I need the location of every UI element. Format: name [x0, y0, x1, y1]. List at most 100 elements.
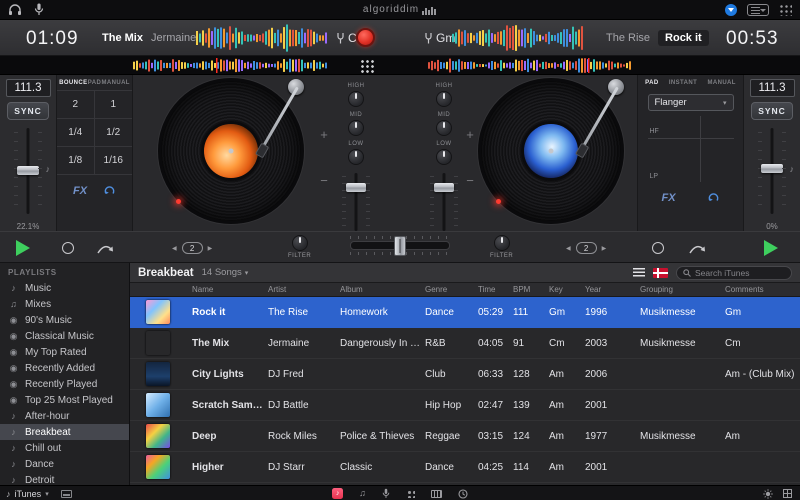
layout-grid-icon[interactable]	[783, 489, 792, 498]
sidebar-item-mixes[interactable]: ♫ Mixes	[0, 296, 129, 312]
sidebar-item-classical-music[interactable]: ◉ Classical Music	[0, 328, 129, 344]
eq-mid-knob-deck-a[interactable]	[348, 120, 364, 136]
slider-handle[interactable]	[761, 164, 783, 173]
table-row-higher[interactable]: Higher DJ Starr Classic Dance 04:25 114 Am 2001	[130, 452, 800, 483]
loop-icon[interactable]	[707, 191, 720, 204]
deck-a-tab-bounce[interactable]: BOUNCE	[59, 80, 87, 86]
deck-b-key-badge[interactable]: Gm	[424, 31, 455, 45]
sidebar-item-top-25-most-played[interactable]: ◉ Top 25 Most Played	[0, 392, 129, 408]
table-row-the-mix[interactable]: The Mix Jermaine Dangerously In Love R&B 04:…	[130, 328, 800, 359]
eq-mid-knob-deck-b[interactable]	[436, 120, 452, 136]
table-row-scratch-sample[interactable]: Scratch Sample DJ Battle Hip Hop 02:47 139 Am…	[130, 390, 800, 421]
deck-a-loop-length[interactable]: 2	[181, 242, 203, 254]
list-view-icon[interactable]	[633, 268, 645, 277]
key-lock-icon[interactable]: ♪	[790, 164, 795, 174]
status-badge-icon[interactable]	[725, 3, 737, 16]
column-header-time[interactable]: Time	[478, 285, 513, 294]
deck-b-pitch-bend-minus[interactable]: −	[464, 173, 476, 188]
bounce-pad-2[interactable]: 2	[57, 91, 95, 119]
bounce-pad-1-16[interactable]: 1/16	[94, 147, 132, 175]
loop-decrease-icon[interactable]: ◀	[172, 245, 177, 252]
deck-a-play-button[interactable]	[16, 240, 30, 256]
fader-handle[interactable]	[346, 183, 366, 192]
deck-b-tab-pad[interactable]: PAD	[645, 80, 658, 86]
deck-b-live-waveform[interactable]	[452, 24, 584, 52]
deck-b-track-overview[interactable]	[428, 58, 633, 73]
loop-increase-icon[interactable]: ▶	[602, 245, 607, 252]
bounce-pad-1[interactable]: 1	[94, 91, 132, 119]
deck-b-cue-button[interactable]	[688, 242, 706, 255]
deck-a-filter-knob[interactable]	[291, 235, 308, 251]
key-lock-icon[interactable]: ♪	[46, 164, 51, 174]
column-header-key[interactable]: Key	[549, 285, 585, 294]
volume-fader-deck-a[interactable]	[342, 173, 370, 231]
column-header-artist[interactable]: Artist	[268, 285, 340, 294]
deck-b-fx-button[interactable]: FX	[661, 192, 675, 204]
column-header-year[interactable]: Year	[585, 285, 640, 294]
eq-low-knob-deck-b[interactable]	[436, 149, 452, 165]
column-header-album[interactable]: Album	[340, 285, 425, 294]
loop-increase-icon[interactable]: ▶	[208, 245, 213, 252]
column-header-grouping[interactable]: Grouping	[640, 285, 725, 294]
sidebar-item-my-top-rated[interactable]: ◉ My Top Rated	[0, 344, 129, 360]
sidebar-item-after-hour[interactable]: ♪ After-hour	[0, 408, 129, 424]
loop-icon[interactable]	[103, 184, 116, 197]
slider-handle[interactable]	[17, 166, 39, 175]
effect-xy-pad[interactable]: HF LP	[647, 116, 734, 182]
deck-b-pitch-bend-plus[interactable]: +	[464, 127, 476, 142]
sidebar-item-dance[interactable]: ♪ Dance	[0, 456, 129, 472]
deck-b-loop-length[interactable]: 2	[575, 242, 597, 254]
volume-fader-deck-b[interactable]	[430, 173, 458, 231]
bounce-pad-1-4[interactable]: 1/4	[57, 119, 95, 147]
deck-a-live-waveform[interactable]	[196, 24, 328, 52]
cue-points-grid-icon[interactable]	[360, 59, 374, 73]
loop-decrease-icon[interactable]: ◀	[566, 245, 571, 252]
eq-low-knob-deck-a[interactable]	[348, 149, 364, 165]
crossfader-handle[interactable]	[394, 236, 406, 256]
column-header-name[interactable]: Name	[192, 285, 268, 294]
table-row-city-lights[interactable]: City Lights DJ Fred Club 06:33 128 Am 2006 Am -…	[130, 359, 800, 390]
deck-a-pitch-bend-minus[interactable]: −	[318, 173, 330, 188]
more-options-icon[interactable]	[779, 3, 792, 16]
column-header-comments[interactable]: Comments	[725, 285, 800, 294]
deck-a-tonearm[interactable]	[258, 79, 308, 169]
deck-a-track-overview[interactable]	[133, 58, 330, 73]
deck-b-tonearm[interactable]	[578, 79, 628, 169]
eq-high-knob-deck-b[interactable]	[436, 91, 452, 107]
sidebar-item-chill-out[interactable]: ♪ Chill out	[0, 440, 129, 456]
songs-icon[interactable]: ♫	[359, 489, 366, 498]
view-menu-icon[interactable]	[747, 3, 769, 16]
table-row-rock-it[interactable]: Rock it The Rise Homework Dance 05:29 111 Gm 19…	[130, 297, 800, 328]
deck-a-record-toggle[interactable]	[62, 242, 74, 254]
deck-a-tab-pad[interactable]: PAD	[88, 80, 101, 86]
record-button[interactable]	[356, 28, 375, 47]
deck-b-tab-instant[interactable]: INSTANT	[669, 80, 697, 86]
keyboard-icon[interactable]	[430, 489, 442, 498]
deck-b-play-button[interactable]	[764, 240, 778, 256]
sampler-pads-icon[interactable]	[405, 489, 415, 498]
crossfader-track[interactable]	[350, 236, 450, 256]
day-night-icon[interactable]	[763, 488, 773, 499]
song-count-dropdown[interactable]: 14 Songs ▾	[202, 267, 249, 278]
music-app-icon[interactable]: ♪	[332, 488, 344, 499]
deck-b-tab-manual[interactable]: MANUAL	[707, 80, 735, 86]
microphone-source-icon[interactable]	[382, 488, 390, 499]
deck-a-tab-manual[interactable]: MANUAL	[101, 80, 129, 86]
deck-a-tempo-slider[interactable]	[13, 128, 43, 214]
table-row-deep[interactable]: Deep Rock Miles Police & Thieves Reggae 03:1…	[130, 421, 800, 452]
deck-a-cue-button[interactable]	[96, 242, 114, 255]
deck-a-sync-button[interactable]: SYNC	[7, 102, 49, 120]
search-input[interactable]	[695, 267, 785, 278]
bounce-pad-1-8[interactable]: 1/8	[57, 147, 95, 175]
fader-handle[interactable]	[434, 183, 454, 192]
eq-high-knob-deck-a[interactable]	[348, 91, 364, 107]
deck-b-record-toggle[interactable]	[652, 242, 664, 254]
sidebar-item-90-s-music[interactable]: ◉ 90's Music	[0, 312, 129, 328]
sidebar-item-music[interactable]: ♪ Music	[0, 280, 129, 296]
history-clock-icon[interactable]	[458, 488, 468, 499]
danish-flag-icon[interactable]	[653, 267, 668, 278]
column-header-genre[interactable]: Genre	[425, 285, 478, 294]
sidebar-item-breakbeat[interactable]: ♪ Breakbeat	[0, 424, 129, 440]
deck-b-tempo-slider[interactable]	[757, 128, 787, 214]
sidebar-item-detroit[interactable]: ♪ Detroit	[0, 472, 129, 486]
